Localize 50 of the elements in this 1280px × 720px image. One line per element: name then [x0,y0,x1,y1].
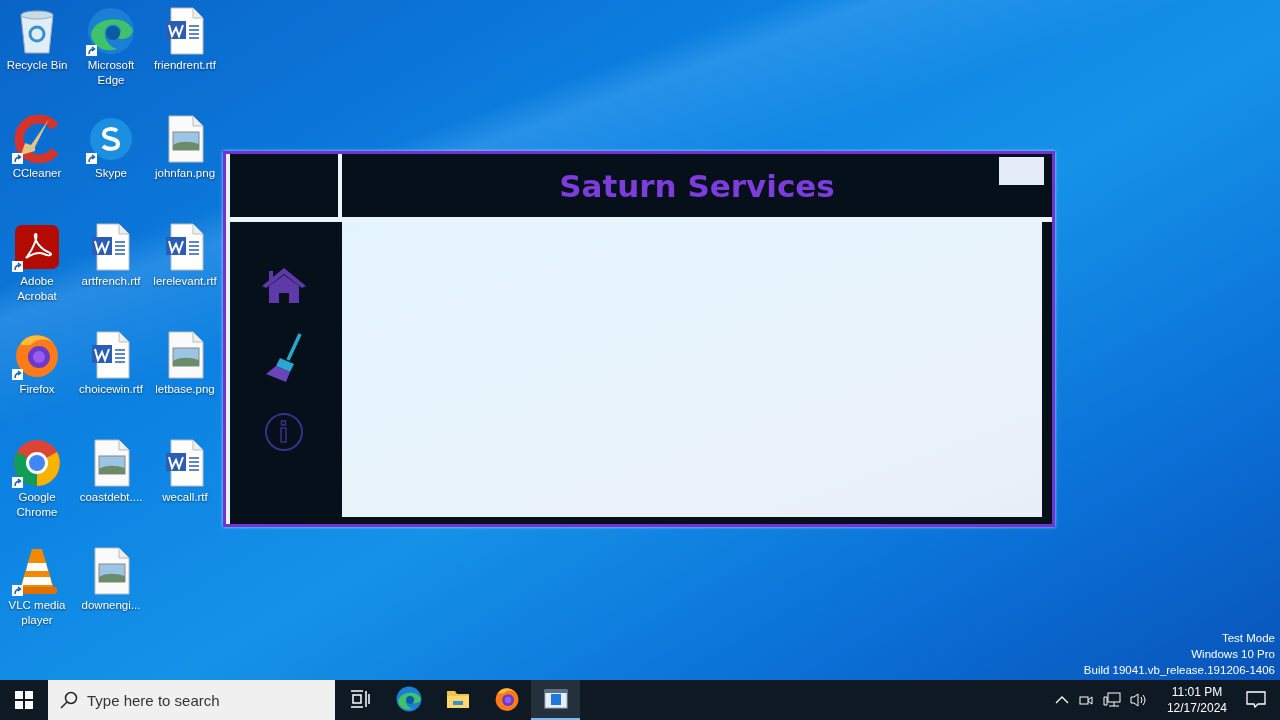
notification-icon[interactable] [1246,691,1266,709]
desktop-icon[interactable]: Recycle Bin [0,6,74,114]
image-file-icon [165,115,205,163]
desktop-icon[interactable]: wecall.rtf [148,438,222,546]
broom-icon[interactable] [264,332,304,384]
browser-icon [13,439,61,487]
browser-icon [87,7,135,55]
desktop-icon[interactable]: letbase.png [148,330,222,438]
app-window-icon[interactable] [543,689,568,709]
chat-app-icon [88,116,134,162]
desktop-icon[interactable]: choicewin.rtf [74,330,148,438]
desktop-icon[interactable]: VLC media player [0,546,74,654]
desktop-icon[interactable]: Microsoft Edge [74,6,148,114]
desktop-icon[interactable]: coastdebt.... [74,438,148,546]
image-file-icon [165,331,205,379]
pdf-app-icon [14,224,60,270]
search-icon [60,691,78,709]
desktop-icon[interactable]: artfrench.rtf [74,222,148,330]
image-file-icon [91,547,131,595]
document-icon [165,7,205,55]
folder-icon[interactable] [445,689,470,709]
cleaner-app-icon [13,115,61,163]
desktop-icon[interactable]: Skype [74,114,148,222]
desktop-icon[interactable]: Firefox [0,330,74,438]
document-icon [165,223,205,271]
image-file-icon [91,439,131,487]
start-icon[interactable] [15,691,33,709]
desktop-icon[interactable]: lerelevant.rtf [148,222,222,330]
desktop-icon[interactable]: CCleaner [0,114,74,222]
chevron-up-icon[interactable] [1054,696,1069,704]
system-notice-text: Test Mode [1221,631,1275,646]
desktop-icon[interactable]: Adobe Acrobat [0,222,74,330]
volume-icon[interactable] [1129,692,1148,708]
browser-taskbar-icon[interactable] [395,686,422,712]
desktop-icon[interactable]: friendrent.rtf [148,6,222,114]
document-icon [91,331,131,379]
desktop-icon[interactable]: downengi... [74,546,148,654]
clock-date[interactable]: 12/17/2024 [1166,700,1227,716]
document-icon [91,223,131,271]
desktop-icon[interactable]: Google Chrome [0,438,74,546]
task-view-icon[interactable] [349,690,370,708]
document-icon [165,439,205,487]
app-title: Saturn Services [559,167,835,204]
browser-taskbar-icon[interactable] [493,686,520,712]
clock-time[interactable]: 11:01 PM [1171,684,1223,700]
network-icon[interactable] [1102,692,1121,708]
system-notice-text: Build 19041.vb_release.191206-1406 [1083,663,1275,678]
system-notice-text: Windows 10 Pro [1191,647,1275,662]
desktop-icon[interactable]: johnfan.png [148,114,222,222]
search-field[interactable]: Type here to search [48,680,335,720]
